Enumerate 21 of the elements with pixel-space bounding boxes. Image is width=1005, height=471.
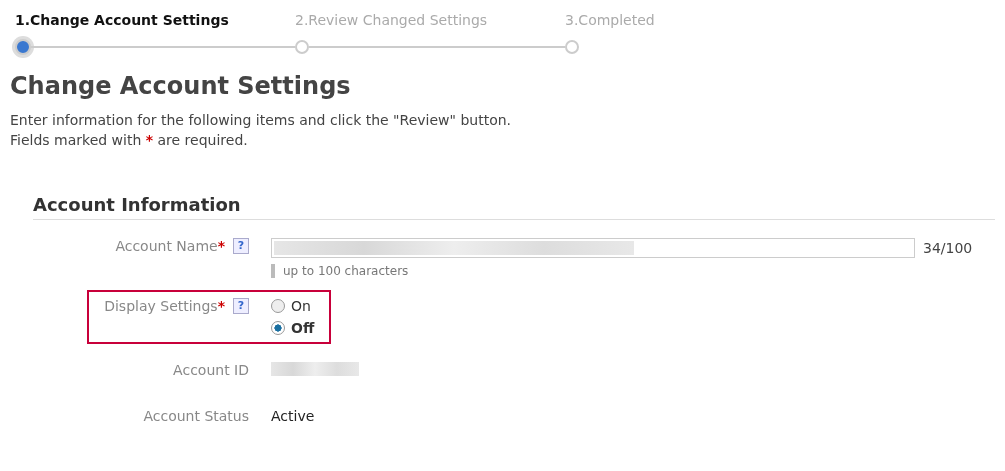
help-icon[interactable]: ? [233, 238, 249, 254]
step-label: 1.Change Account Settings [15, 12, 230, 30]
radio-label: Off [291, 320, 315, 336]
required-note: Fields marked with * are required. [10, 132, 249, 148]
step-label: 3.Completed [565, 12, 655, 30]
character-counter: 34/100 [923, 240, 973, 256]
step-label: 2.Review Changed Settings [295, 12, 489, 30]
instructions-text: Enter information for the following items and click the "Review" button. [10, 112, 513, 128]
section-title: Account Information [33, 194, 995, 220]
help-icon[interactable]: ? [233, 298, 249, 314]
field-label: Account Status [143, 408, 249, 424]
field-value: Active [271, 408, 315, 424]
field-label: Account Name* [115, 238, 225, 254]
field-hint: up to 100 characters [271, 264, 973, 278]
account-name-field[interactable] [271, 238, 915, 258]
radio-button[interactable] [271, 321, 285, 335]
field-label: Display Settings* [104, 298, 225, 314]
radio-label: On [291, 298, 311, 314]
field-label: Account ID [173, 362, 249, 378]
radio-button[interactable] [271, 299, 285, 313]
page-title: Change Account Settings [10, 72, 352, 100]
